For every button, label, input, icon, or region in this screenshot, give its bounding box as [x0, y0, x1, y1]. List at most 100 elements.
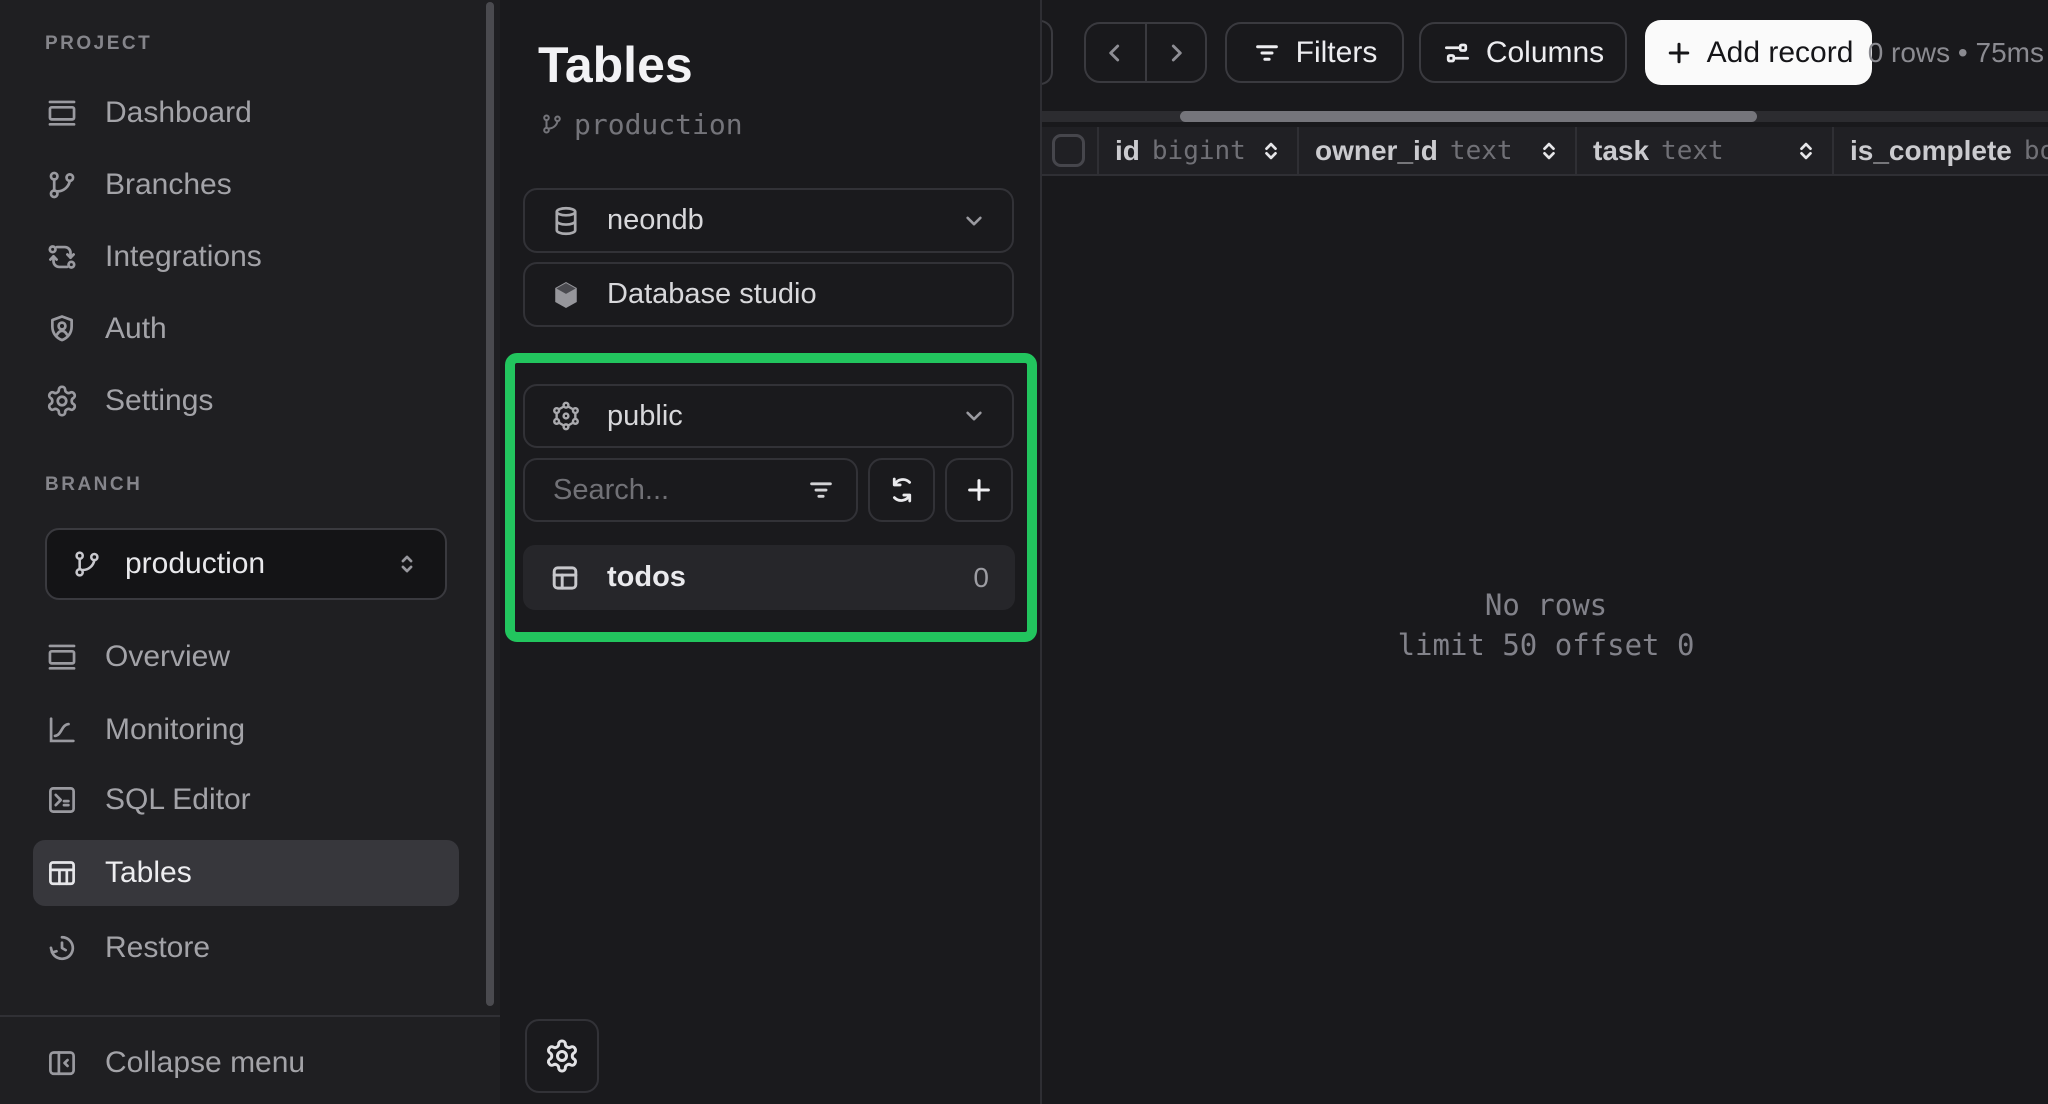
- chevrons-up-down-icon: [393, 550, 421, 578]
- table-row-count: 0: [973, 562, 989, 594]
- schema-icon: [549, 399, 583, 433]
- sidebar-item-label: Monitoring: [105, 713, 245, 747]
- prev-page-button[interactable]: [1086, 24, 1145, 81]
- grid-header-row: id bigint owner_id text task text: [1042, 127, 2048, 176]
- empty-state-line1: No rows: [1042, 585, 2048, 625]
- select-all-cell: [1042, 127, 1097, 174]
- sidebar-item-monitoring[interactable]: Monitoring: [45, 700, 447, 760]
- integrations-icon: [45, 240, 79, 274]
- pagination-group: [1084, 22, 1207, 83]
- table-search: [523, 458, 858, 522]
- sort-icon: [1259, 139, 1283, 163]
- tables-icon: [45, 856, 79, 890]
- chevron-down-icon: [960, 207, 988, 235]
- settings-icon: [45, 384, 79, 418]
- overview-icon: [45, 640, 79, 674]
- schema-selector[interactable]: public: [523, 384, 1014, 448]
- columns-button[interactable]: Columns: [1419, 22, 1627, 83]
- sidebar-item-label: Overview: [105, 640, 230, 674]
- database-selector-value: neondb: [607, 204, 704, 237]
- schema-selector-value: public: [607, 400, 683, 433]
- plus-icon: [963, 474, 995, 506]
- sort-icon: [1537, 139, 1561, 163]
- sidebar-item-integrations[interactable]: Integrations: [45, 227, 447, 287]
- empty-state-message: No rows limit 50 offset 0: [1042, 585, 2048, 665]
- sort-icon: [1794, 139, 1818, 163]
- column-type: bigint: [1152, 136, 1246, 166]
- column-header-task[interactable]: task text: [1575, 127, 1832, 174]
- branches-icon: [45, 168, 79, 202]
- query-status-text: 0 rows • 75ms: [1868, 37, 2044, 69]
- filter-icon: [806, 475, 836, 505]
- select-all-checkbox[interactable]: [1052, 134, 1085, 167]
- column-header-id[interactable]: id bigint: [1097, 127, 1297, 174]
- table-search-input[interactable]: [551, 473, 806, 508]
- horizontal-scrollbar-thumb[interactable]: [1180, 111, 1757, 122]
- sidebar-item-label: Restore: [105, 931, 210, 965]
- database-selector[interactable]: neondb: [523, 188, 1014, 253]
- sidebar-item-tables[interactable]: Tables: [33, 840, 459, 906]
- refresh-icon: [886, 474, 918, 506]
- branch-selector[interactable]: production: [45, 528, 447, 600]
- add-table-button[interactable]: [945, 458, 1013, 522]
- table-name: todos: [607, 561, 686, 594]
- clipped-toolbar-button[interactable]: [1040, 20, 1053, 85]
- restore-icon: [45, 931, 79, 965]
- filters-button[interactable]: Filters: [1225, 22, 1404, 83]
- column-type: bool: [2024, 136, 2048, 166]
- add-record-label: Add record: [1707, 36, 1854, 70]
- sidebar-item-label: Branches: [105, 168, 232, 202]
- column-header-is-complete[interactable]: is_complete bool: [1832, 127, 2048, 174]
- data-grid-panel: Filters Columns Add record 0 rows • 75ms…: [1040, 0, 2048, 1104]
- sidebar-item-label: Auth: [105, 312, 167, 346]
- sidebar-item-label: Settings: [105, 384, 213, 418]
- plus-icon: [1664, 38, 1694, 68]
- column-name: task: [1593, 135, 1649, 167]
- refresh-button[interactable]: [868, 458, 935, 522]
- add-record-button[interactable]: Add record: [1645, 20, 1872, 85]
- sidebar-item-auth[interactable]: Auth: [45, 299, 447, 359]
- panel-title: Tables: [538, 36, 693, 94]
- sidebar-item-label: Integrations: [105, 240, 262, 274]
- sidebar-item-settings[interactable]: Settings: [45, 371, 447, 431]
- sidebar-item-sql-editor[interactable]: SQL Editor: [45, 770, 447, 830]
- chevron-right-icon: [1163, 40, 1189, 66]
- collapse-menu-button[interactable]: Collapse menu: [45, 1040, 447, 1086]
- branch-icon: [540, 112, 564, 136]
- column-name: owner_id: [1315, 135, 1438, 167]
- chevron-left-icon: [1102, 40, 1128, 66]
- monitoring-icon: [45, 713, 79, 747]
- table-list-item-todos[interactable]: todos 0: [523, 545, 1015, 610]
- database-icon: [549, 204, 583, 238]
- column-header-owner-id[interactable]: owner_id text: [1297, 127, 1575, 174]
- sidebar-item-label: Dashboard: [105, 96, 252, 130]
- gear-icon: [544, 1038, 580, 1074]
- collapse-menu-icon: [45, 1046, 79, 1080]
- neon-console-window: PROJECT Dashboard Branches Integrations …: [0, 0, 2048, 1104]
- column-type: text: [1661, 136, 1724, 166]
- database-studio-button[interactable]: Database studio: [523, 262, 1014, 327]
- sql-editor-icon: [45, 783, 79, 817]
- branch-icon: [71, 548, 103, 580]
- sidebar-divider: [0, 1015, 500, 1017]
- sidebar-item-overview[interactable]: Overview: [45, 627, 447, 687]
- studio-settings-button[interactable]: [525, 1019, 599, 1093]
- columns-label: Columns: [1486, 36, 1604, 70]
- branch-selector-value: production: [125, 547, 265, 581]
- sidebar-item-restore[interactable]: Restore: [45, 918, 447, 978]
- sliders-icon: [1442, 38, 1472, 68]
- branch-name-text: production: [574, 108, 743, 141]
- cube-icon: [549, 278, 583, 312]
- collapse-menu-label: Collapse menu: [105, 1046, 305, 1080]
- empty-state-line2: limit 50 offset 0: [1042, 625, 2048, 665]
- sidebar-item-label: Tables: [105, 856, 192, 890]
- filter-icon: [1252, 38, 1282, 68]
- next-page-button[interactable]: [1145, 24, 1206, 81]
- tables-panel: Tables production neondb Database studio: [500, 0, 1040, 1104]
- sidebar-scrollbar[interactable]: [486, 2, 494, 1006]
- sidebar-item-dashboard[interactable]: Dashboard: [45, 83, 447, 143]
- column-name: id: [1115, 135, 1140, 167]
- database-studio-label: Database studio: [607, 278, 817, 311]
- sidebar-item-label: SQL Editor: [105, 783, 251, 817]
- sidebar-item-branches[interactable]: Branches: [45, 155, 447, 215]
